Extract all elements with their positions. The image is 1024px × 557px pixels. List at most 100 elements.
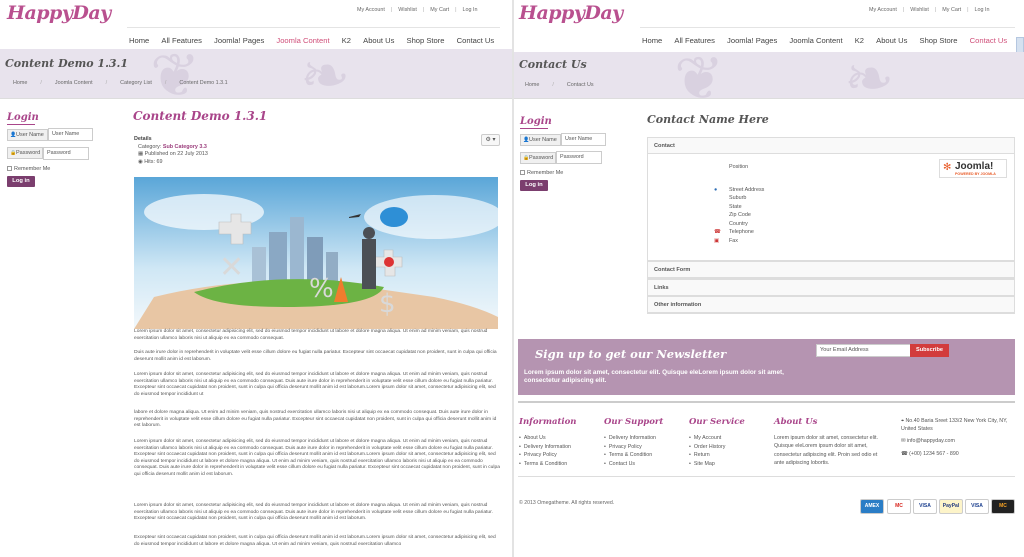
footer-link[interactable]: Return [689,451,725,460]
breadcrumb-home[interactable]: Home [525,82,539,88]
other-information-section[interactable]: Other information [647,296,1015,314]
globe-icon: ● [714,187,718,193]
footer-support-list: Delivery Information Privacy Policy Term… [604,434,656,468]
site-logo[interactable]: HappyDay [519,2,623,24]
gear-icon: ⚙ ▾ [485,137,496,143]
nav-contact-us[interactable]: Contact Us [970,36,1008,45]
footer-phone: ☎ (+00) 1234 567 - 890 [901,451,959,457]
nav-shop-store[interactable]: Shop Store [407,36,445,45]
remember-me[interactable]: Remember Me [7,166,50,172]
username-input[interactable]: User Name [561,133,606,146]
nav-home[interactable]: Home [642,36,662,45]
telephone: Telephone [729,229,754,235]
links-section[interactable]: Links [647,279,1015,297]
remember-checkbox[interactable] [7,166,12,172]
eye-icon: ◉ [138,158,143,165]
footer-link[interactable]: Privacy Policy [604,443,656,452]
username-input[interactable]: User Name [48,128,93,141]
page-banner: ❦ ❧ Content Demo 1.3.1 Home / Joomla Conte… [0,49,512,99]
footer-link[interactable]: My Account [689,434,725,443]
zip-code: Zip Code [729,212,751,218]
amex-card-icon: AMEX [860,499,884,514]
nav-about-us[interactable]: About Us [363,36,394,45]
visa-card-icon: VISA [913,499,937,514]
main-nav: Home All Features Joomla! Pages Joomla C… [632,36,1007,45]
login-title: Login [520,116,552,127]
footer-about-title: About Us [774,417,818,427]
breadcrumb-joomla-content[interactable]: Joomla Content [55,80,93,86]
banner-title: Content Demo 1.3.1 [5,57,129,70]
password-input[interactable]: Password [556,151,602,164]
breadcrumb: Home / Contact Us [525,82,594,88]
copyright-text: © 2013 Omegatheme. All rights reserved. [519,500,615,506]
contact-form-section[interactable]: Contact Form [647,261,1015,279]
breadcrumb-home[interactable]: Home [13,80,27,86]
wishlist-link[interactable]: Wishlist [398,7,417,13]
breadcrumb-category-list[interactable]: Category List [120,80,152,86]
footer-link[interactable]: Terms & Condition [604,451,656,460]
nav-joomla-pages[interactable]: Joomla! Pages [214,36,264,45]
nav-joomla-content[interactable]: Joomla Content [789,36,842,45]
footer-information-title: Information [519,417,577,427]
article-paragraph: Lorem ipsum dolor sit amet, consectetur … [134,372,496,397]
top-links: My Account | Wishlist | My Cart | Log In [869,7,990,13]
footer-link[interactable]: Order History [689,443,726,452]
footer-information-list: About Us Delivery Information Privacy Po… [519,434,571,468]
article-paragraph: labore et dolore magna aliqua. Ut enim a… [134,410,497,429]
article-tools-button[interactable]: ⚙ ▾ [481,134,500,146]
nav-joomla-content[interactable]: Joomla Content [276,36,329,45]
contact-section-header[interactable]: Contact [648,138,1014,154]
fax-icon: ▣ [714,238,720,244]
category-link[interactable]: Sub Category 3.3 [163,144,207,150]
login-link[interactable]: Log In [975,7,990,13]
fax: Fax [729,238,738,244]
nav-shop-store[interactable]: Shop Store [920,36,958,45]
map-pin-icon: ⌖ [901,418,904,424]
phone-icon: ☎ [901,451,908,457]
footer-link[interactable]: Terms & Condition [519,460,571,469]
footer-service-title: Our Service [689,417,745,427]
login-link[interactable]: Log In [463,7,478,13]
wishlist-link[interactable]: Wishlist [910,7,929,13]
footer-divider [518,401,1015,403]
nav-all-features[interactable]: All Features [161,36,202,45]
nav-divider [640,27,1015,28]
password-input[interactable]: Password [43,147,89,160]
nav-home[interactable]: Home [129,36,149,45]
article-paragraph: Lorem ipsum dolor sit amet, consectetur … [134,503,493,522]
my-cart-link[interactable]: My Cart [430,7,449,13]
remember-me[interactable]: Remember Me [520,170,563,176]
remember-checkbox[interactable] [520,170,525,176]
article-paragraph: Lorem ipsum dolor sit amet, consectetur … [134,439,500,477]
my-account-link[interactable]: My Account [869,7,897,13]
site-logo[interactable]: HappyDay [7,2,111,24]
footer-support-title: Our Support [604,417,664,427]
nav-about-us[interactable]: About Us [876,36,907,45]
login-button[interactable]: Log in [520,180,548,191]
nav-k2[interactable]: K2 [855,36,864,45]
nav-joomla-pages[interactable]: Joomla! Pages [727,36,777,45]
footer-link[interactable]: Delivery Information [604,434,656,443]
newsletter-email-input[interactable]: Your Email Address [816,344,911,357]
subscribe-button[interactable]: Subscribe [910,344,949,357]
footer-email[interactable]: ✉ info@happyday.com [901,437,1016,445]
nav-contact-us[interactable]: Contact Us [457,36,495,45]
banner-title: Contact Us [519,58,587,71]
flourish-ornament: ❧ [844,52,895,99]
my-cart-link[interactable]: My Cart [942,7,961,13]
article-hits: ◉ Hits: 69 [138,158,163,165]
footer-link[interactable]: Privacy Policy [519,451,571,460]
contact-name-title: Contact Name Here [647,113,769,126]
nav-k2[interactable]: K2 [342,36,351,45]
footer-link[interactable]: Delivery Information [519,443,571,452]
envelope-icon: ✉ [901,438,906,444]
nav-all-features[interactable]: All Features [674,36,715,45]
footer-link[interactable]: About Us [519,434,571,443]
footer-link[interactable]: Site Map [689,460,725,469]
svg-text:%: % [309,274,334,304]
login-button[interactable]: Log in [7,176,35,187]
footer-link[interactable]: Contact Us [604,460,656,469]
my-account-link[interactable]: My Account [357,7,385,13]
svg-text:$: $ [379,289,396,319]
password-label: 🔒 Password [520,152,556,164]
